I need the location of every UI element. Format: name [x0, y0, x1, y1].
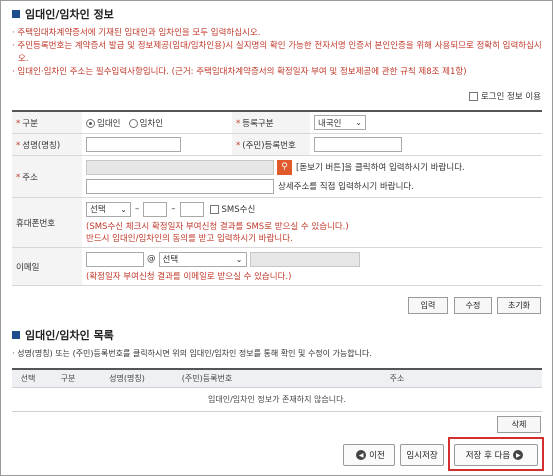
radio-icon[interactable] — [128, 118, 138, 128]
party-form: * 구분 임대인 임차인 * 등록구분 내국인 ⌄ * 성명(명칭) * (주민)등록번호… — [12, 110, 542, 286]
prev-button[interactable]: ◀ 이전 — [343, 444, 395, 466]
reg-type-cell: 내국인 ⌄ — [310, 111, 542, 134]
phone-mid-input[interactable] — [143, 201, 168, 217]
edit-button[interactable]: 수정 — [454, 297, 492, 314]
section-title-list: 임대인/임차인 목록 — [12, 327, 114, 343]
reset-button[interactable]: 초기화 — [497, 297, 541, 314]
address-detail-input[interactable] — [86, 178, 274, 194]
col-address: 주소 — [252, 369, 542, 388]
input-button[interactable]: 입력 — [408, 297, 448, 314]
party-list-table: 선택 구분 성명(명칭) (주민)등록번호 주소 임대인/임차인 정보가 존재하… — [12, 368, 542, 412]
type-label: * 구분 — [12, 111, 82, 134]
notice-list: · 주택임대차계약증서에 기재된 임대인과 임차인을 모두 입력하십시오. · … — [12, 27, 542, 79]
table-row-empty: 임대인/임차인 정보가 존재하지 않습니다. — [12, 387, 542, 412]
search-icon[interactable]: ⚲ — [277, 159, 292, 175]
checkbox-icon[interactable] — [468, 91, 478, 101]
address-cell: ⚲ [돋보기 버튼]을 클릭하여 입력하시기 바랍니다. 상세주소를 직접 입력… — [82, 155, 542, 198]
highlight-box — [448, 437, 544, 471]
chevron-down-icon: ⌄ — [120, 204, 127, 214]
phone-note-1: (SMS수신 체크시 확정일자 부여신청 결과를 SMS로 받으실 수 있습니다… — [86, 221, 349, 232]
email-note: (확정일자 부여신청 결과를 이메일로 받으실 수 있습니다.) — [86, 271, 292, 282]
phone-cell: 선택 ⌄ – – SMS수신 (SMS수신 체크시 확정일자 부여신청 결과를 S… — [82, 197, 542, 248]
notice-item: · 임대인·임차인 주소는 필수입력사항입니다. (근거: 주택임대차계약증서의… — [12, 67, 467, 77]
email-label: 이메일 — [12, 247, 82, 286]
address-search-hint: [돋보기 버튼]을 클릭하여 입력하시기 바랍니다. — [296, 163, 465, 173]
chevron-down-icon: ⌄ — [355, 118, 362, 127]
email-at-sign: @ — [147, 254, 156, 264]
phone-prefix-select[interactable]: 선택 ⌄ — [86, 201, 131, 217]
col-select: 선택 — [12, 369, 44, 388]
col-idnum: (주민)등록번호 — [162, 369, 252, 388]
email-domain-select[interactable]: 선택 ⌄ — [158, 251, 247, 267]
radio-selected-icon[interactable] — [86, 118, 95, 128]
idnum-input[interactable] — [314, 137, 402, 152]
phone-last-input[interactable] — [179, 201, 204, 217]
notice-item: · 주민등록번호는 계약증서 발급 및 정보제공(임대/임차인용)시 실지명의 … — [12, 41, 542, 64]
idnum-cell — [310, 133, 542, 156]
phone-note-2: 반드시 임대인/임차인의 동의를 받고 입력하시기 바랍니다. — [86, 233, 293, 244]
delete-button[interactable]: 삭제 — [497, 416, 541, 433]
section-title-text: 임대인/임차인 정보 — [25, 8, 114, 21]
chevron-left-icon: ◀ — [356, 450, 367, 460]
phone-label: 휴대폰번호 — [12, 197, 82, 248]
address-input[interactable] — [86, 159, 274, 175]
email-domain-input[interactable] — [249, 251, 360, 267]
address-label: * 주소 — [12, 155, 82, 198]
section-bullet-icon — [12, 331, 20, 339]
temp-save-button[interactable]: 임시저장 — [400, 444, 444, 466]
address-detail-hint: 상세주소를 직접 입력하시기 바랍니다. — [278, 182, 414, 192]
login-info-checkbox[interactable]: 로그인 정보 이용 — [468, 90, 541, 102]
reg-type-select[interactable]: 내국인 ⌄ — [314, 115, 366, 130]
section-title-parties: 임대인/임차인 정보 — [12, 6, 114, 22]
section-bullet-icon — [12, 10, 20, 18]
radio-tenant[interactable]: 임차인 — [128, 118, 163, 129]
col-name: 성명(명칭) — [92, 369, 162, 388]
chevron-down-icon: ⌄ — [235, 254, 243, 264]
email-id-input[interactable] — [86, 251, 144, 267]
idnum-label: * (주민)등록번호 — [232, 133, 310, 156]
name-label: * 성명(명칭) — [12, 133, 82, 156]
email-cell: @ 선택 ⌄ (확정일자 부여신청 결과를 이메일로 받으실 수 있습니다.) — [82, 247, 542, 286]
sms-checkbox[interactable]: SMS수신 — [209, 203, 255, 215]
reg-type-label: * 등록구분 — [232, 111, 310, 134]
list-notice: · 성명(명칭) 또는 (주민)등록번호를 클릭하시면 위의 임대인/임차인 정… — [12, 349, 372, 358]
radio-landlord[interactable]: 임대인 — [86, 118, 120, 129]
type-radios: 임대인 임차인 — [82, 111, 232, 134]
col-type: 구분 — [44, 369, 92, 388]
name-cell — [82, 133, 232, 156]
notice-item: · 주택임대차계약증서에 기재된 임대인과 임차인을 모두 입력하십시오. — [12, 28, 261, 38]
checkbox-icon[interactable] — [209, 204, 219, 214]
name-input[interactable] — [86, 137, 181, 152]
